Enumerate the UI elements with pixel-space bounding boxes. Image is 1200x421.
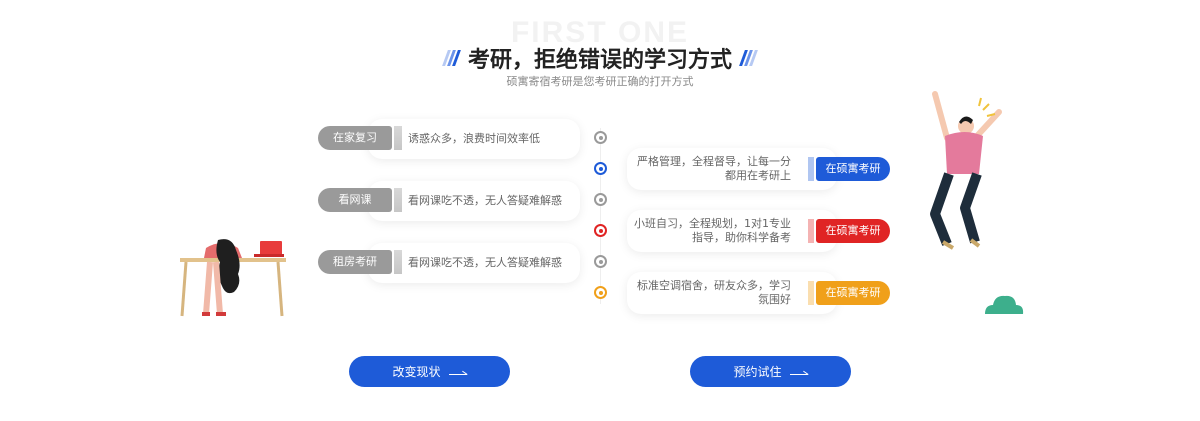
cloud-icon <box>985 295 1024 314</box>
right-item-line1: 严格管理，全程督导，让每一分 <box>637 155 791 168</box>
timeline-dot-icon <box>594 224 607 237</box>
slash-decoration-right-icon <box>739 50 758 66</box>
section-subtitle: 硕寓寄宿考研是您考研正确的打开方式 <box>506 75 694 88</box>
right-item-tag: 在硕寓考研 <box>808 219 890 243</box>
right-item-card: 标准空调宿舍，研友众多，学习 氛围好 <box>627 272 837 314</box>
right-item-line1: 小班自习，全程规划，1对1专业 <box>634 217 791 230</box>
right-item-line2: 氛围好 <box>758 293 791 306</box>
book-trial-button[interactable]: 预约试住 <box>690 356 851 387</box>
left-item-tag: 租房考研 <box>318 250 402 274</box>
arrow-right-icon <box>448 369 467 375</box>
right-item-line2: 都用在考研上 <box>725 169 791 182</box>
right-item-tag: 在硕寓考研 <box>808 281 890 305</box>
timeline-line <box>600 128 601 304</box>
left-item-tag: 看网课 <box>318 188 402 212</box>
left-item-text: 看网课吃不透，无人答疑难解惑 <box>408 194 562 207</box>
change-status-button[interactable]: 改变现状 <box>349 356 510 387</box>
section-title: 考研，拒绝错误的学习方式 <box>467 48 732 73</box>
right-item-line1: 标准空调宿舍，研友众多，学习 <box>637 279 791 292</box>
right-item-card: 严格管理，全程督导，让每一分 都用在考研上 <box>627 148 837 190</box>
timeline-dot-icon <box>594 131 607 144</box>
slash-decoration-left-icon <box>442 50 461 66</box>
timeline-dot-icon <box>594 286 607 299</box>
left-item-tag: 在家复习 <box>318 126 402 150</box>
left-item-text: 看网课吃不透，无人答疑难解惑 <box>408 256 562 269</box>
section-title-row: 考研，拒绝错误的学习方式 <box>0 42 1200 74</box>
timeline-dot-icon <box>594 162 607 175</box>
cheering-student-illustration <box>930 91 1002 250</box>
timeline-dot-icon <box>594 255 607 268</box>
right-item-line2: 指导，助你科学备考 <box>692 231 791 244</box>
book-trial-label: 预约试住 <box>733 365 782 379</box>
right-item-tag: 在硕寓考研 <box>808 157 890 181</box>
timeline-dot-icon <box>594 193 607 206</box>
arrow-right-icon <box>789 369 808 375</box>
right-item-card: 小班自习，全程规划，1对1专业 指导，助你科学备考 <box>627 210 837 252</box>
change-status-label: 改变现状 <box>392 365 441 379</box>
tired-student-illustration <box>180 239 286 317</box>
left-item-text: 诱惑众多，浪费时间效率低 <box>408 132 540 145</box>
